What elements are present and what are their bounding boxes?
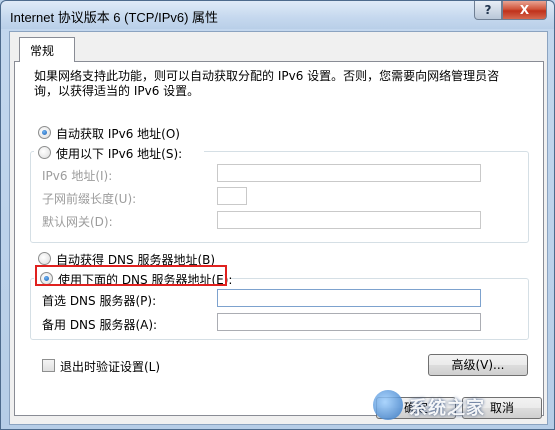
- ipv6-address-label: IPv6 地址(I):: [42, 169, 113, 183]
- description-text: 如果网络支持此功能，则可以自动获取分配的 IPv6 设置。否则，您需要向网络管理…: [34, 69, 524, 99]
- default-gateway-input[interactable]: [217, 211, 481, 229]
- ok-button[interactable]: 确定: [376, 397, 456, 419]
- auto-dns-label[interactable]: 自动获得 DNS 服务器地址(B): [56, 251, 215, 268]
- help-button[interactable]: ?: [474, 1, 502, 20]
- subnet-prefix-input[interactable]: [217, 187, 247, 205]
- tab-general[interactable]: 常规: [19, 37, 75, 62]
- auto-ipv6-label[interactable]: 自动获取 IPv6 地址(O): [56, 125, 180, 142]
- description-line-2: 询，以获得适当的 IPv6 设置。: [34, 84, 200, 98]
- auto-dns-radio[interactable]: [38, 252, 51, 265]
- alternate-dns-label: 备用 DNS 服务器(A):: [42, 318, 158, 332]
- validate-settings-label[interactable]: 退出时验证设置(L): [60, 358, 160, 375]
- manual-dns-label[interactable]: 使用下面的 DNS 服务器地址(E):: [58, 271, 232, 288]
- preferred-dns-input[interactable]: [217, 289, 481, 307]
- cancel-button[interactable]: 取消: [462, 397, 542, 419]
- window-title: Internet 协议版本 6 (TCP/IPv6) 属性: [10, 10, 219, 25]
- dialog-client-area: 常规 如果网络支持此功能，则可以自动获取分配的 IPv6 设置。否则，您需要向网…: [9, 31, 548, 425]
- description-line-1: 如果网络支持此功能，则可以自动获取分配的 IPv6 设置。否则，您需要向网络管理…: [34, 69, 500, 83]
- default-gateway-label: 默认网关(D):: [42, 215, 113, 229]
- ipv6-address-input[interactable]: [217, 164, 481, 182]
- preferred-dns-label: 首选 DNS 服务器(P):: [42, 294, 157, 308]
- subnet-prefix-label: 子网前缀长度(U):: [42, 192, 137, 206]
- dialog-window: Internet 协议版本 6 (TCP/IPv6) 属性 ? X 常规 如果网…: [0, 0, 555, 430]
- manual-ipv6-label[interactable]: 使用以下 IPv6 地址(S):: [56, 145, 182, 162]
- title-bar[interactable]: Internet 协议版本 6 (TCP/IPv6) 属性 ? X: [1, 1, 554, 29]
- validate-settings-checkbox[interactable]: [42, 359, 55, 372]
- auto-ipv6-radio[interactable]: [38, 126, 51, 139]
- advanced-button[interactable]: 高级(V)...: [428, 354, 528, 376]
- alternate-dns-input[interactable]: [217, 313, 481, 331]
- manual-dns-radio[interactable]: [40, 272, 53, 285]
- manual-ipv6-radio[interactable]: [38, 146, 51, 159]
- close-button[interactable]: X: [502, 1, 547, 20]
